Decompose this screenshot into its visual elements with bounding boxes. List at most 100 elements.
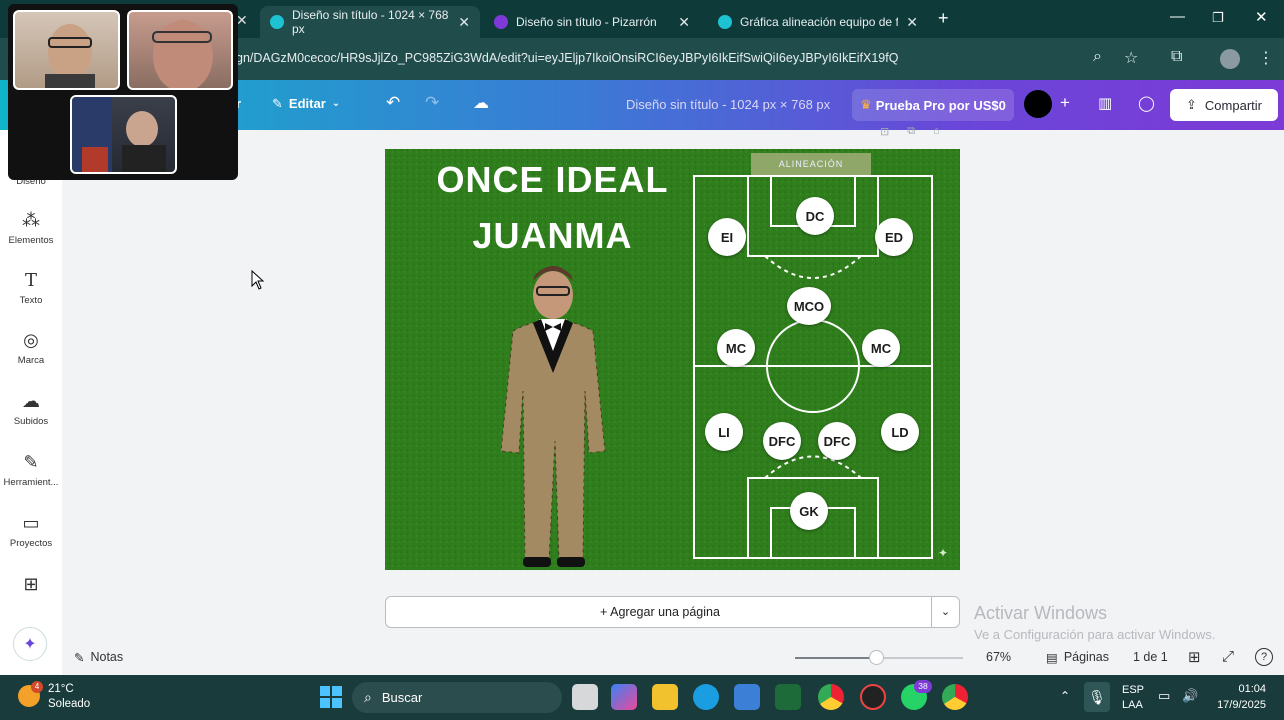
weather-temp[interactable]: 21°C — [48, 683, 74, 695]
copilot-icon[interactable] — [611, 684, 637, 710]
sidebar-item-elementos[interactable]: ⁂ Elementos — [0, 210, 62, 246]
minimize-icon[interactable]: — — [1170, 8, 1185, 25]
chevron-down-icon[interactable]: ⌄ — [931, 597, 959, 627]
chrome-icon[interactable] — [818, 684, 844, 710]
weather-badge: 4 — [31, 681, 43, 693]
page-count: 1 de 1 — [1133, 650, 1168, 664]
restore-icon[interactable]: ❐ — [1212, 10, 1224, 26]
position-mco[interactable]: MCO — [787, 287, 831, 325]
color-swatch[interactable] — [1022, 88, 1054, 120]
person-figure[interactable] — [493, 261, 623, 570]
task-view-icon[interactable] — [572, 684, 598, 710]
close-icon[interactable]: ✕ — [458, 14, 470, 31]
volume-icon[interactable]: 🔊 — [1182, 688, 1198, 704]
position-ld[interactable]: LD — [881, 413, 919, 451]
brand-icon: ◎ — [23, 330, 39, 350]
file-explorer-icon[interactable] — [652, 684, 678, 710]
zoom-icon[interactable]: ⌕ — [1093, 48, 1102, 66]
keyboard-layout[interactable]: LAA — [1122, 699, 1143, 711]
tab-grafica-alineacion[interactable]: Gráfica alineación equipo de fu ✕ — [708, 6, 928, 38]
edit-menu[interactable]: ✎ Editar ⌄ — [272, 96, 340, 112]
edge-icon[interactable] — [693, 684, 719, 710]
bookmark-star-icon[interactable]: ☆ — [1124, 48, 1138, 68]
position-li[interactable]: LI — [705, 413, 743, 451]
position-ei[interactable]: EI — [708, 218, 746, 256]
try-pro-button[interactable]: ♛ Prueba Pro por US$0 — [852, 89, 1014, 121]
position-mc-right[interactable]: MC — [862, 329, 900, 367]
notes-button[interactable]: ✎ Notas — [74, 650, 123, 665]
lock-icon[interactable]: ⊡ — [880, 125, 889, 138]
sidebar-item-proyectos[interactable]: ▭ Proyectos — [0, 513, 62, 549]
redo-icon[interactable]: ↷ — [425, 93, 439, 113]
windows-start-icon[interactable] — [320, 686, 342, 708]
grid-view-icon[interactable]: ⊞ — [1188, 648, 1201, 666]
cloud-upload-icon: ☁ — [22, 391, 40, 411]
help-icon[interactable]: ? — [1255, 648, 1273, 666]
design-title-line1[interactable]: ONCE IDEAL — [385, 159, 720, 201]
new-tab-button[interactable]: + — [938, 8, 949, 29]
excel-like-icon[interactable] — [775, 684, 801, 710]
sidebar-item-apps[interactable]: ⊞ — [0, 574, 62, 599]
sidebar-item-herramientas[interactable]: ✎ Herramient... — [0, 452, 62, 488]
design-page[interactable]: ONCE IDEAL JUANMA ALINEACIÓN DC EI ED MC… — [385, 149, 960, 570]
alignment-badge[interactable]: ALINEACIÓN — [751, 153, 871, 175]
tab-diseno-pizarron[interactable]: Diseño sin título - Pizarrón ✕ — [484, 6, 700, 38]
recorder-icon[interactable] — [860, 684, 886, 710]
activate-windows-title: Activar Windows — [974, 603, 1108, 623]
menu-dots-icon[interactable]: ⋮ — [1258, 48, 1274, 68]
close-icon[interactable]: ✕ — [678, 14, 690, 31]
participant-video-2[interactable] — [127, 10, 233, 90]
undo-icon[interactable]: ↶ — [386, 93, 400, 113]
comment-icon[interactable]: ◯ — [1138, 94, 1155, 112]
chrome-profile-icon[interactable] — [942, 684, 968, 710]
position-dc[interactable]: DC — [796, 197, 834, 235]
canva-icon — [270, 15, 284, 29]
fullscreen-icon[interactable]: ⤢ — [1222, 648, 1234, 665]
microphone-icon[interactable]: 🎙 — [1084, 682, 1110, 712]
taskbar-search[interactable]: ⌕ Buscar — [352, 682, 562, 713]
clock-date[interactable]: 17/9/2025 — [1210, 699, 1266, 711]
design-title-line2[interactable]: JUANMA — [385, 215, 720, 257]
network-icon[interactable]: ▭ — [1158, 688, 1170, 704]
video-call-overlay[interactable] — [8, 4, 238, 180]
canva-whiteboard-icon — [494, 15, 508, 29]
language-code[interactable]: ESP — [1122, 684, 1144, 696]
chevron-up-icon[interactable]: ⌃ — [1060, 689, 1070, 703]
duplicate-icon[interactable]: ⧉ — [907, 125, 915, 138]
position-ed[interactable]: ED — [875, 218, 913, 256]
position-dfc-left[interactable]: DFC — [763, 422, 801, 460]
zoom-slider-handle[interactable] — [869, 650, 884, 665]
position-mc-left[interactable]: MC — [717, 329, 755, 367]
pen-icon: ✎ — [23, 452, 39, 472]
sidebar-item-marca[interactable]: ◎ Marca — [0, 330, 62, 366]
tab-diseno-1024[interactable]: Diseño sin título - 1024 × 768 px ✕ — [260, 6, 480, 38]
document-title[interactable]: Diseño sin título - 1024 px × 768 px — [626, 97, 830, 112]
canva-icon — [718, 15, 732, 29]
zoom-level[interactable]: 67% — [986, 650, 1011, 664]
cloud-saved-icon[interactable]: ☁ — [473, 93, 489, 113]
position-gk[interactable]: GK — [790, 492, 828, 530]
editor-sidebar: Diseño ⁂ Elementos T Texto ◎ Marca ☁ Sub… — [0, 130, 62, 675]
pages-button[interactable]: ▤ Páginas — [1046, 650, 1109, 665]
pencil-icon: ✎ — [272, 96, 283, 111]
position-dfc-right[interactable]: DFC — [818, 422, 856, 460]
participant-video-1[interactable] — [13, 10, 120, 90]
sidebar-item-subidos[interactable]: ☁ Subidos — [0, 391, 62, 427]
profile-avatar[interactable] — [1220, 49, 1240, 69]
participant-video-3[interactable] — [70, 95, 177, 174]
add-collaborator-icon[interactable]: + — [1060, 93, 1070, 113]
sidebar-item-texto[interactable]: T Texto — [0, 270, 62, 306]
folder-icon: ▭ — [22, 513, 40, 533]
whatsapp-badge: 38 — [914, 680, 932, 693]
text-icon: T — [24, 270, 37, 291]
close-window-icon[interactable]: ✕ — [1255, 8, 1268, 26]
url-field[interactable]: gn/DAGzM0cecoc/HR9sJjlZo_PC985ZiG3WdA/ed… — [236, 51, 898, 65]
clock-time[interactable]: 01:04 — [1214, 683, 1266, 695]
store-icon[interactable] — [734, 684, 760, 710]
share-button[interactable]: ⇪ Compartir — [1170, 89, 1278, 121]
extensions-icon[interactable]: ⧉ — [1171, 48, 1182, 66]
close-icon[interactable]: ✕ — [906, 14, 918, 31]
more-icon[interactable]: ⌂ — [933, 125, 940, 138]
add-page-button[interactable]: + Agregar una página ⌄ — [385, 596, 960, 628]
insights-chart-icon[interactable]: ▥ — [1098, 94, 1112, 112]
